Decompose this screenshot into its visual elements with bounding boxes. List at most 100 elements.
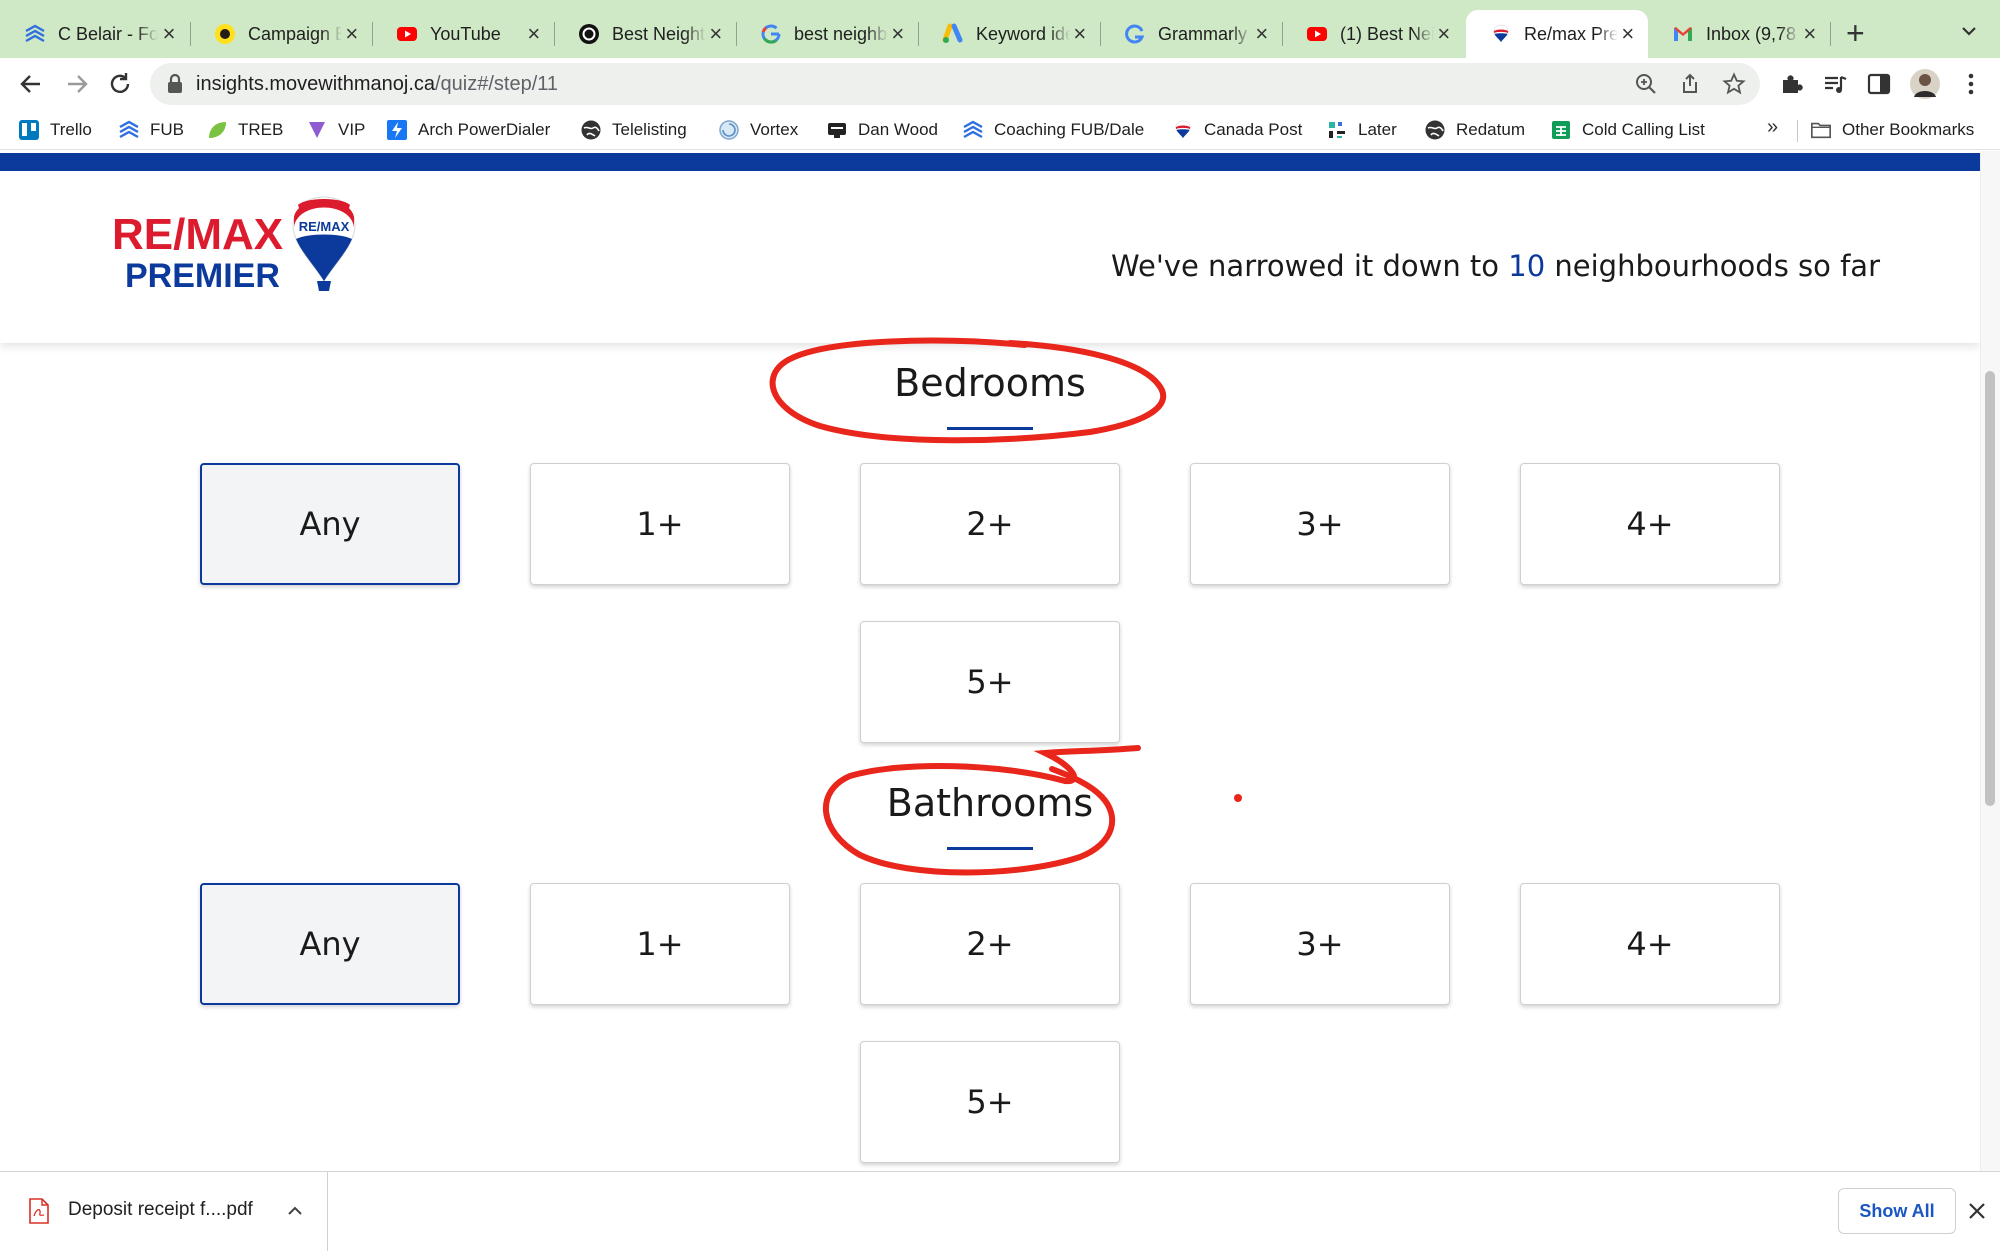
tab-title: (1) Best Nei [1340, 23, 1434, 44]
other-bookmarks-folder[interactable]: Other Bookmarks [1810, 117, 1974, 143]
web-page: RE/MAX PREMIER RE/MAX We've narrowed it … [0, 151, 1980, 1171]
tab-title: Grammarly [1158, 23, 1247, 44]
google-icon [760, 23, 782, 45]
bedrooms-option-4-plus[interactable]: 4+ [1520, 463, 1780, 585]
bookmark-fub[interactable]: FUB [118, 117, 184, 143]
tab-close-icon[interactable]: × [342, 23, 362, 45]
bookmark-label: Later [1358, 120, 1397, 139]
download-item[interactable]: Deposit receipt f....pdf [0, 1172, 328, 1251]
bookmark-label: Vortex [750, 120, 799, 139]
bedrooms-option-2-plus[interactable]: 2+ [860, 463, 1120, 585]
page-scrollbar[interactable] [1980, 151, 2000, 1171]
chevron-up-icon[interactable] [286, 1202, 304, 1220]
tab-close-icon[interactable]: × [1252, 23, 1272, 45]
tab-close-icon[interactable]: × [158, 23, 180, 45]
tab-youtube[interactable]: YouTube × [372, 14, 554, 54]
bathrooms-option-any[interactable]: Any [200, 883, 460, 1005]
bookmark-vortex[interactable]: Vortex [718, 117, 798, 143]
bathrooms-title-underline [947, 847, 1033, 850]
tab-close-icon[interactable]: × [1070, 23, 1090, 45]
trello-icon [18, 119, 40, 141]
bathrooms-option-2-plus[interactable]: 2+ [860, 883, 1120, 1005]
reload-button[interactable] [105, 69, 135, 99]
tab-close-icon[interactable]: × [888, 23, 908, 45]
bookmark-telelisting[interactable]: Telelisting [580, 117, 687, 143]
bookmark-canada-post[interactable]: Canada Post [1172, 117, 1302, 143]
gmail-icon [1672, 23, 1694, 45]
mailchimp-icon [214, 23, 236, 45]
bookmark-later[interactable]: Later [1326, 117, 1397, 143]
fub-icon [24, 23, 46, 45]
tab-c-belair[interactable]: C Belair - Fo × [0, 14, 190, 54]
tab-google-search[interactable]: best neighb × [736, 14, 918, 54]
bookmarks-bar: Trello FUB TREB VIP Arch PowerDialer Tel… [0, 110, 2000, 150]
bathrooms-option-5-plus[interactable]: 5+ [860, 1041, 1120, 1163]
bathrooms-option-3-plus[interactable]: 3+ [1190, 883, 1450, 1005]
tab-close-icon[interactable]: × [1618, 23, 1638, 45]
share-icon[interactable] [1678, 72, 1702, 96]
tab-title: Keyword ide [976, 23, 1070, 44]
bedrooms-option-any[interactable]: Any [200, 463, 460, 585]
tab-strip: C Belair - Fo × Campaign E × YouTube × B… [0, 0, 2000, 58]
extensions-puzzle-icon[interactable] [1778, 71, 1804, 97]
logo-balloon-text: RE/MAX [299, 219, 350, 234]
bathrooms-option-1-plus[interactable]: 1+ [530, 883, 790, 1005]
lock-icon[interactable] [164, 72, 188, 96]
url-domain: insights.movewithmanoj.ca [196, 73, 435, 95]
bookmark-coaching-fub-dale[interactable]: Coaching FUB/Dale [962, 117, 1144, 143]
tab-close-icon[interactable]: × [524, 23, 544, 45]
new-tab-button[interactable]: + [1846, 17, 1865, 49]
tab-keyword-ideas[interactable]: Keyword ide × [918, 14, 1100, 54]
tab-best-neighbourhoods[interactable]: Best Neight × [554, 14, 736, 54]
side-panel-icon[interactable] [1866, 71, 1892, 97]
url-text[interactable]: insights.movewithmanoj.ca/quiz#/step/11 [196, 73, 558, 96]
tab-gmail-inbox[interactable]: Inbox (9,78 × [1648, 14, 1830, 54]
bookmark-label: Canada Post [1204, 120, 1303, 139]
bookmark-treb[interactable]: TREB [206, 117, 283, 143]
narrowed-prefix: We've narrowed it down to [1111, 249, 1509, 283]
other-bookmarks-label: Other Bookmarks [1842, 120, 1975, 139]
tab-close-icon[interactable]: × [706, 23, 726, 45]
bookmark-label: Arch PowerDialer [418, 120, 551, 139]
vip-icon [306, 119, 328, 141]
tab-remax-premier-active[interactable]: Re/max Prer × [1466, 10, 1648, 58]
tab-close-icon[interactable]: × [1434, 23, 1454, 45]
bookmark-trello[interactable]: Trello [18, 117, 92, 143]
forward-button[interactable] [62, 69, 92, 99]
bathrooms-option-4-plus[interactable]: 4+ [1520, 883, 1780, 1005]
tab-campaign[interactable]: Campaign E × [190, 14, 372, 54]
address-bar[interactable]: insights.movewithmanoj.ca/quiz#/step/11 [150, 63, 1760, 105]
browser-menu-icon[interactable] [1958, 71, 1984, 97]
media-control-icon[interactable] [1822, 71, 1848, 97]
bedrooms-option-3-plus[interactable]: 3+ [1190, 463, 1450, 585]
back-button[interactable] [16, 69, 46, 99]
bookmark-vip[interactable]: VIP [306, 117, 365, 143]
show-all-downloads-button[interactable]: Show All [1838, 1188, 1956, 1234]
zoom-icon[interactable] [1634, 72, 1658, 96]
tab-youtube-best-neighbourhoods[interactable]: (1) Best Nei × [1282, 14, 1464, 54]
bedrooms-title: Bedrooms [894, 361, 1086, 405]
bookmark-cold-calling-list[interactable]: Cold Calling List [1550, 117, 1705, 143]
bookmark-dan-wood[interactable]: Dan Wood [826, 117, 938, 143]
dan-wood-icon [826, 119, 848, 141]
remax-premier-logo[interactable]: RE/MAX PREMIER RE/MAX [112, 193, 372, 313]
scrollbar-thumb[interactable] [1985, 371, 1995, 806]
tab-search-chevron-icon[interactable] [1958, 20, 1980, 42]
profile-avatar[interactable] [1910, 69, 1940, 99]
bedrooms-option-5-plus[interactable]: 5+ [860, 621, 1120, 743]
tab-close-icon[interactable]: × [1800, 23, 1820, 45]
pdf-file-icon [28, 1198, 50, 1224]
bookmark-star-icon[interactable] [1722, 72, 1746, 96]
bookmark-label: Cold Calling List [1582, 120, 1705, 139]
bedrooms-option-1-plus[interactable]: 1+ [530, 463, 790, 585]
bookmark-arch-powerdialer[interactable]: Arch PowerDialer [386, 117, 550, 143]
globe-icon [1424, 119, 1446, 141]
tab-grammarly[interactable]: Grammarly × [1100, 14, 1282, 54]
bookmarks-overflow-chevron-icon[interactable]: » [1767, 116, 1778, 139]
globe-icon [580, 119, 602, 141]
vortex-icon [718, 119, 740, 141]
tab-separator [1830, 22, 1831, 46]
tab-title: Best Neight [612, 23, 706, 44]
close-icon[interactable] [1964, 1198, 1990, 1224]
bookmark-redatum[interactable]: Redatum [1424, 117, 1525, 143]
